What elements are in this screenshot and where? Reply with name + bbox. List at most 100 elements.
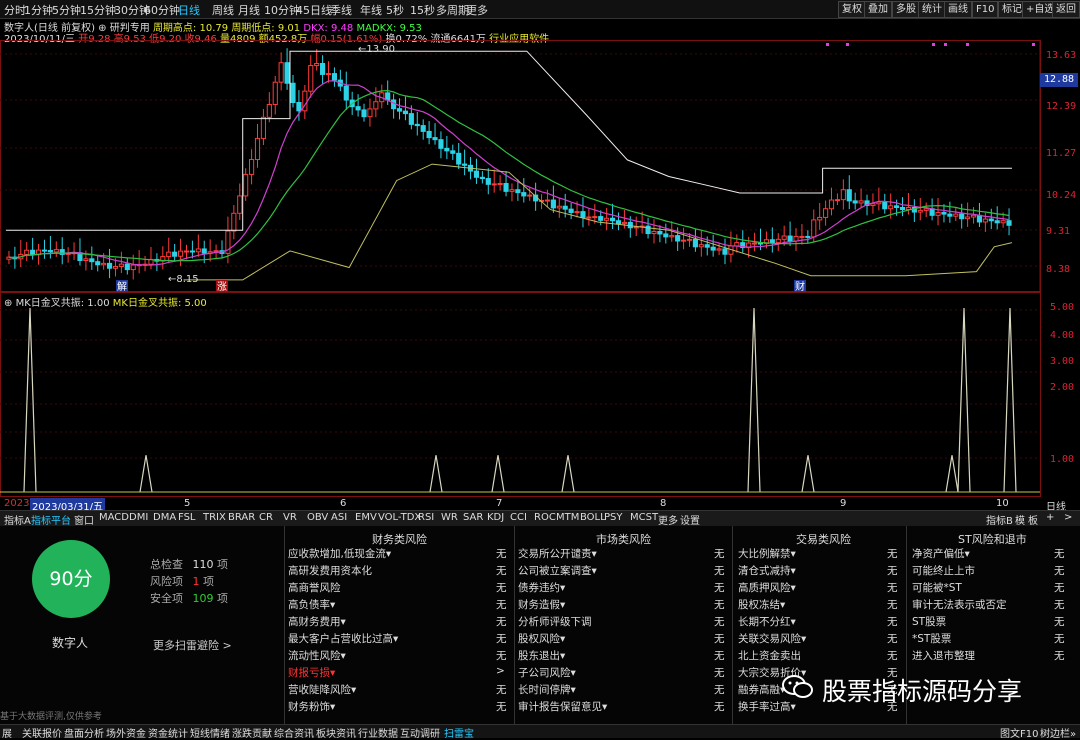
risk-item-col2-7[interactable]: 子公司风险▾	[518, 665, 576, 680]
toolbar-btn-2[interactable]: 多股	[892, 1, 920, 18]
indicator-tab-3[interactable]: MACD	[99, 512, 129, 523]
indicator-tab-23[interactable]: PSY	[604, 512, 623, 523]
risk-item-col2-3[interactable]: 财务造假▾	[518, 597, 565, 612]
toolbar-btn-1[interactable]: 叠加	[864, 1, 892, 18]
indicator-right-tab-2[interactable]: 板	[1028, 512, 1038, 527]
risk-item-col1-1[interactable]: 高研发费用资本化	[288, 563, 372, 578]
risk-item-col4-6[interactable]: 进入退市整理	[912, 648, 975, 663]
risk-item-col3-6[interactable]: 北上资金卖出	[738, 648, 801, 663]
period-2[interactable]: 5分钟	[52, 2, 81, 18]
risk-item-col3-5[interactable]: 关联交易风险▾	[738, 631, 806, 646]
risk-item-col2-4[interactable]: 分析师评级下调	[518, 614, 592, 629]
toolbar-btn-3[interactable]: 统计	[918, 1, 946, 18]
statusbar-item-5[interactable]: 短线情绪	[190, 725, 230, 740]
risk-item-col1-4[interactable]: 高财务费用▾	[288, 614, 346, 629]
period-5[interactable]: 60分钟	[144, 2, 180, 18]
indicator-tab-8[interactable]: BRAR	[228, 512, 255, 523]
statusbar-item-4[interactable]: 资金统计	[148, 725, 188, 740]
risk-item-col1-9[interactable]: 财务粉饰▾	[288, 699, 335, 714]
period-6[interactable]: 日线	[178, 2, 200, 18]
period-14[interactable]: 15秒	[410, 2, 435, 18]
indicator-tab-0[interactable]: 指标A	[4, 512, 31, 527]
period-13[interactable]: 5秒	[386, 2, 404, 18]
oscillator-chart[interactable]	[0, 292, 1080, 497]
indicator-tab-4[interactable]: DMI	[129, 512, 148, 523]
indicator-tab-10[interactable]: VR	[283, 512, 297, 523]
statusbar-item-0[interactable]: 展	[2, 725, 12, 740]
statusbar-right-0[interactable]: 图文F10	[1000, 725, 1038, 740]
indicator-right-tab-0[interactable]: 指标B	[986, 512, 1013, 527]
indicator-tab-16[interactable]: WR	[441, 512, 458, 523]
period-1[interactable]: 1分钟	[24, 2, 53, 18]
risk-item-col4-3[interactable]: 审计无法表示或否定	[912, 597, 1007, 612]
period-12[interactable]: 年线	[360, 2, 382, 18]
risk-item-col3-1[interactable]: 清仓式减持▾	[738, 563, 796, 578]
risk-item-col2-8[interactable]: 长时间停牌▾	[518, 682, 576, 697]
period-9[interactable]: 10分钟	[264, 2, 300, 18]
risk-item-col4-4[interactable]: ST股票	[912, 614, 946, 629]
indicator-tab-25[interactable]: 更多	[658, 512, 678, 527]
risk-item-col2-5[interactable]: 股权风险▾	[518, 631, 565, 646]
price-chart[interactable]: ←13.90 ←8.15 解 涨 财	[0, 40, 1080, 292]
risk-item-col3-4[interactable]: 长期不分红▾	[738, 614, 796, 629]
statusbar-right-1[interactable]: 树边栏»	[1040, 725, 1076, 740]
risk-item-col4-5[interactable]: *ST股票	[912, 631, 951, 646]
risk-item-col4-2[interactable]: 可能被*ST	[912, 580, 962, 595]
indicator-tab-17[interactable]: SAR	[463, 512, 483, 523]
toolbar-btn-8[interactable]: 返回	[1052, 1, 1080, 18]
period-7[interactable]: 周线	[212, 2, 234, 18]
risk-item-col4-1[interactable]: 可能终止上市	[912, 563, 975, 578]
period-10[interactable]: 45日线	[296, 2, 332, 18]
indicator-tab-26[interactable]: 设置	[680, 512, 700, 527]
statusbar-item-11[interactable]: 扫雷宝	[444, 725, 474, 740]
risk-item-col1-8[interactable]: 营收陡降风险▾	[288, 682, 356, 697]
statusbar-item-7[interactable]: 综合资讯	[274, 725, 314, 740]
toolbar-btn-0[interactable]: 复权	[838, 1, 866, 18]
indicator-tab-2[interactable]: 窗口	[74, 512, 94, 527]
statusbar-item-3[interactable]: 场外资金	[106, 725, 146, 740]
period-11[interactable]: 季线	[330, 2, 352, 18]
indicator-tab-11[interactable]: OBV	[307, 512, 328, 523]
indicator-tab-1[interactable]: 指标平台	[31, 512, 71, 527]
risk-item-col3-0[interactable]: 大比例解禁▾	[738, 546, 796, 561]
risk-item-col2-2[interactable]: 债券违约▾	[518, 580, 565, 595]
indicator-tab-22[interactable]: BOLL	[580, 512, 606, 523]
period-3[interactable]: 15分钟	[80, 2, 116, 18]
period-0[interactable]: 分时	[4, 2, 26, 18]
indicator-tab-9[interactable]: CR	[259, 512, 273, 523]
statusbar-item-1[interactable]: 关联报价	[22, 725, 62, 740]
indicator-tab-12[interactable]: ASI	[331, 512, 347, 523]
risk-item-col3-2[interactable]: 高质押风险▾	[738, 580, 796, 595]
indicator-tab-7[interactable]: TRIX	[203, 512, 226, 523]
indicator-tab-14[interactable]: VOL-TDX	[378, 512, 421, 523]
indicator-right-tab-4[interactable]: >	[1064, 512, 1072, 523]
indicator-tab-21[interactable]: MTM	[556, 512, 579, 523]
statusbar-item-8[interactable]: 板块资讯	[316, 725, 356, 740]
risk-item-col1-0[interactable]: 应收款增加,低现金流▾	[288, 546, 391, 561]
more-scan-link[interactable]: 更多扫雷避险 >	[153, 637, 232, 653]
indicator-tab-24[interactable]: MCST	[630, 512, 658, 523]
indicator-tab-15[interactable]: RSI	[418, 512, 434, 523]
statusbar-item-6[interactable]: 涨跌贡献	[232, 725, 272, 740]
risk-item-col2-0[interactable]: 交易所公开谴责▾	[518, 546, 597, 561]
indicator-tab-6[interactable]: FSL	[178, 512, 196, 523]
risk-item-col2-9[interactable]: 审计报告保留意见▾	[518, 699, 607, 714]
period-8[interactable]: 月线	[238, 2, 260, 18]
risk-item-col1-7[interactable]: 财报亏损▾	[288, 665, 335, 680]
indicator-tab-19[interactable]: CCI	[510, 512, 527, 523]
statusbar-item-10[interactable]: 互动调研	[400, 725, 440, 740]
toolbar-btn-5[interactable]: F10	[972, 1, 999, 18]
toolbar-btn-4[interactable]: 画线	[944, 1, 972, 18]
period-16[interactable]: 更多	[466, 2, 488, 18]
indicator-right-tab-3[interactable]: +	[1046, 512, 1054, 523]
statusbar-item-9[interactable]: 行业数据	[358, 725, 398, 740]
indicator-tab-20[interactable]: ROC	[534, 512, 556, 523]
risk-item-col1-2[interactable]: 高商誉风险	[288, 580, 341, 595]
statusbar-item-2[interactable]: 盘面分析	[64, 725, 104, 740]
indicator-tab-5[interactable]: DMA	[153, 512, 176, 523]
indicator-right-tab-1[interactable]: 模	[1015, 512, 1025, 527]
indicator-tab-18[interactable]: KDJ	[487, 512, 504, 523]
risk-item-col1-6[interactable]: 流动性风险▾	[288, 648, 346, 663]
risk-item-col2-6[interactable]: 股东退出▾	[518, 648, 565, 663]
risk-item-col4-0[interactable]: 净资产偏低▾	[912, 546, 970, 561]
